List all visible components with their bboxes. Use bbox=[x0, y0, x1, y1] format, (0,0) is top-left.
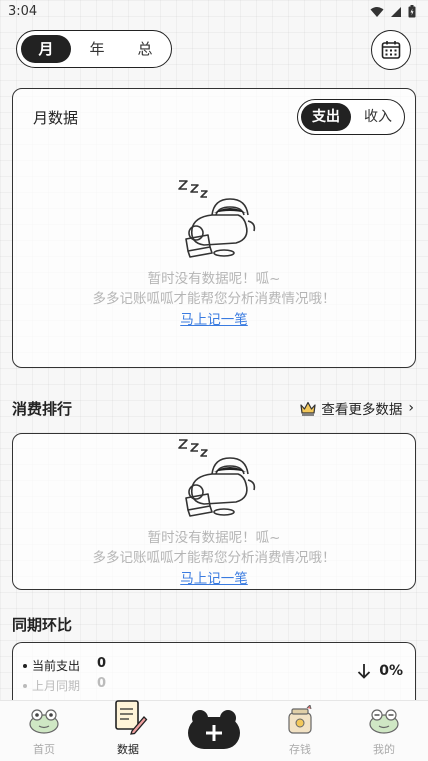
frog-profile-icon bbox=[369, 709, 399, 734]
toggle-income[interactable]: 收入 bbox=[353, 103, 403, 131]
nav-save[interactable]: 存钱 bbox=[270, 704, 330, 757]
card-title: 月数据 bbox=[33, 109, 79, 127]
chevron-right-icon: › bbox=[408, 400, 414, 416]
change-indicator: 0% bbox=[357, 663, 403, 679]
sleeping-frog-illustration bbox=[178, 180, 256, 258]
view-more-label: 查看更多数据 bbox=[321, 402, 403, 418]
crown-icon bbox=[300, 401, 316, 416]
empty-line-1: 暂时没有数据呢！呱~ bbox=[147, 271, 281, 287]
empty-line-2: 多多记账呱呱才能帮您分析消费情况哦！ bbox=[92, 291, 336, 307]
bottom-nav: 首页 数据 存钱 我的 bbox=[0, 700, 428, 761]
current-expense-label: 当前支出 bbox=[32, 659, 81, 673]
empty-line-2: 多多记账呱呱才能帮您分析消费情况哦！ bbox=[92, 550, 336, 566]
view-more-link[interactable]: 查看更多数据 › bbox=[299, 398, 414, 418]
nav-data-label: 数据 bbox=[117, 743, 139, 756]
change-value: 0% bbox=[379, 663, 403, 679]
last-period-label: 上月同期 bbox=[32, 679, 81, 693]
nav-mine-label: 我的 bbox=[373, 743, 395, 756]
tab-year[interactable]: 年 bbox=[77, 35, 117, 63]
bullet-dot bbox=[23, 683, 27, 688]
frog-home-icon bbox=[29, 709, 59, 734]
status-icons bbox=[370, 5, 416, 18]
current-expense-row: 当前支出 bbox=[23, 657, 80, 674]
wifi-icon bbox=[370, 6, 384, 17]
status-bar: 3:04 bbox=[0, 0, 428, 24]
nav-home[interactable]: 首页 bbox=[14, 705, 74, 757]
signal-icon bbox=[391, 6, 401, 17]
calendar-button[interactable] bbox=[371, 30, 411, 70]
calendar-icon bbox=[381, 41, 401, 59]
tab-total[interactable]: 总 bbox=[125, 35, 165, 63]
comparison-card: 当前支出 0 上月同期 0 0% bbox=[12, 642, 416, 700]
ranking-title: 消费排行 bbox=[12, 400, 73, 418]
nav-save-label: 存钱 bbox=[289, 743, 311, 756]
savings-jar-icon bbox=[288, 704, 312, 734]
battery-icon bbox=[408, 5, 416, 18]
empty-state: 暂时没有数据呢！呱~ 多多记账呱呱才能帮您分析消费情况哦！ 马上记一笔 bbox=[13, 177, 415, 331]
type-toggle: 支出 收入 bbox=[297, 99, 405, 135]
empty-line-1: 暂时没有数据呢！呱~ bbox=[147, 530, 281, 546]
nav-home-label: 首页 bbox=[33, 743, 55, 756]
frog-add-icon bbox=[188, 710, 240, 749]
record-now-link[interactable]: 马上记一笔 bbox=[13, 309, 415, 331]
nav-mine[interactable]: 我的 bbox=[354, 705, 414, 757]
monthly-data-card: 月数据 支出 收入 暂时没有数据呢！呱~ 多多记账呱呱才能帮您分析消费情况哦！ … bbox=[12, 88, 416, 368]
nav-data[interactable]: 数据 bbox=[98, 697, 158, 757]
period-tabs: 月 年 总 bbox=[16, 30, 172, 68]
ranking-card: 暂时没有数据呢！呱~ 多多记账呱呱才能帮您分析消费情况哦！ 马上记一笔 bbox=[12, 433, 416, 590]
last-period-row: 上月同期 bbox=[23, 677, 80, 694]
notebook-pencil-icon bbox=[115, 700, 148, 735]
sleeping-frog-illustration bbox=[178, 439, 256, 517]
toggle-expense[interactable]: 支出 bbox=[301, 103, 351, 131]
comparison-title: 同期环比 bbox=[12, 616, 73, 634]
bullet-dot bbox=[23, 663, 27, 668]
add-record-button[interactable] bbox=[186, 709, 242, 751]
record-now-link[interactable]: 马上记一笔 bbox=[13, 568, 415, 590]
last-period-value: 0 bbox=[97, 676, 107, 691]
status-time: 3:04 bbox=[8, 4, 38, 19]
current-expense-value: 0 bbox=[97, 656, 107, 671]
ranking-empty-state: 暂时没有数据呢！呱~ 多多记账呱呱才能帮您分析消费情况哦！ 马上记一笔 bbox=[13, 436, 415, 590]
arrow-down-icon bbox=[358, 664, 371, 679]
tab-month[interactable]: 月 bbox=[21, 35, 71, 63]
